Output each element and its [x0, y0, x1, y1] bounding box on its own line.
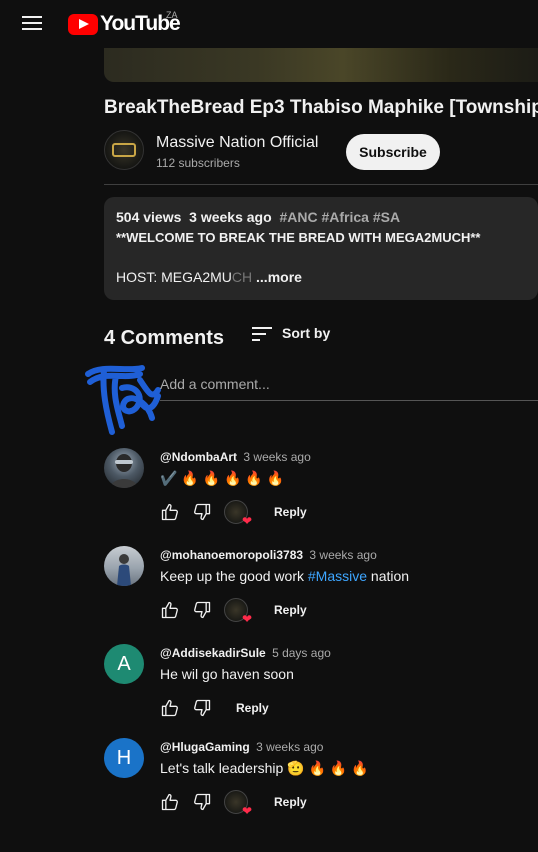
comment-actions: ❤ Reply — [160, 598, 307, 625]
host-text-fade: CH — [231, 269, 253, 285]
sort-icon — [252, 325, 272, 341]
top-bar: YouTube ZA — [0, 0, 538, 48]
hashtag-link[interactable]: #Africa — [321, 209, 368, 225]
description-meta: 504 views 3 weeks ago #ANC #Africa #SA — [116, 209, 526, 225]
thumbs-down-icon[interactable] — [192, 792, 212, 812]
thumbs-up-icon[interactable] — [160, 792, 180, 812]
sort-by-button[interactable]: Sort by — [252, 325, 330, 341]
reply-button[interactable]: Reply — [236, 701, 269, 715]
commenter-avatar[interactable]: H — [104, 738, 144, 778]
creator-heart-badge: ❤ — [224, 500, 252, 527]
comment-text: He wil go haven soon — [160, 666, 294, 682]
comment-text: Let's talk leadership 🫡 🔥 🔥 🔥 — [160, 760, 369, 776]
comment-author[interactable]: @mohanoemoropoli3783 — [160, 548, 303, 562]
creator-heart-badge: ❤ — [224, 598, 252, 625]
heart-icon: ❤ — [241, 612, 252, 626]
comment-author[interactable]: @AddisekadirSule — [160, 646, 266, 660]
comment-header: @HlugaGaming 3 weeks ago — [160, 740, 323, 754]
more-link[interactable]: ...more — [256, 269, 302, 285]
subscriber-count: 112 subscribers — [156, 156, 240, 170]
divider — [104, 184, 538, 185]
comment-time[interactable]: 3 weeks ago — [256, 740, 323, 754]
video-player[interactable] — [104, 48, 538, 82]
channel-name[interactable]: Massive Nation Official — [156, 134, 318, 152]
thumbs-up-icon[interactable] — [160, 502, 180, 522]
comment-header: @AddisekadirSule 5 days ago — [160, 646, 331, 660]
commenter-avatar[interactable]: A — [104, 644, 144, 684]
thumbs-down-icon[interactable] — [192, 502, 212, 522]
commenter-avatar[interactable] — [104, 448, 144, 488]
comment-author[interactable]: @HlugaGaming — [160, 740, 250, 754]
subscribe-button[interactable]: Subscribe — [346, 134, 440, 170]
hashtag-link[interactable]: #ANC — [279, 209, 317, 225]
thumbs-up-icon[interactable] — [160, 600, 180, 620]
description-line: **WELCOME TO BREAK THE BREAD WITH MEGA2M… — [116, 230, 481, 245]
comment-text: ✔️ 🔥 🔥 🔥 🔥 🔥 — [160, 470, 285, 486]
reply-button[interactable]: Reply — [274, 603, 307, 617]
heart-icon: ❤ — [241, 804, 252, 818]
reply-button[interactable]: Reply — [274, 795, 307, 809]
heart-icon: ❤ — [241, 514, 252, 528]
host-text: HOST: MEGA2MU — [116, 269, 232, 285]
hamburger-menu-icon[interactable] — [22, 14, 44, 34]
comments-count: 4 Comments — [104, 327, 225, 349]
hashtag-link[interactable]: #Massive — [308, 568, 367, 584]
channel-avatar[interactable] — [104, 130, 144, 170]
hashtag-link[interactable]: #SA — [373, 209, 400, 225]
youtube-logo[interactable]: YouTube — [68, 12, 181, 36]
thumbs-up-icon[interactable] — [160, 698, 180, 718]
thumbs-down-icon[interactable] — [192, 600, 212, 620]
video-title: BreakTheBread Ep3 Thabiso Maphike [Towns… — [104, 97, 538, 118]
comment-actions: ❤ Reply — [160, 500, 307, 527]
comment-header: @NdombaArt 3 weeks ago — [160, 450, 311, 464]
view-count: 504 views — [116, 209, 182, 225]
comment-actions: Reply — [160, 696, 269, 720]
comment-text: Keep up the good work #Massive nation — [160, 568, 409, 584]
comment-header: @mohanoemoropoli3783 3 weeks ago — [160, 548, 377, 562]
sort-label: Sort by — [282, 325, 331, 341]
upload-age: 3 weeks ago — [189, 209, 272, 225]
comment-text-part: Keep up the good work — [160, 568, 308, 584]
thumbs-down-icon[interactable] — [192, 698, 212, 718]
description-host: HOST: MEGA2MUCH ...more — [116, 269, 302, 285]
creator-heart-badge: ❤ — [224, 790, 252, 817]
commenter-avatar[interactable] — [104, 546, 144, 586]
comment-time[interactable]: 3 weeks ago — [243, 450, 310, 464]
comment-author[interactable]: @NdombaArt — [160, 450, 237, 464]
comment-time[interactable]: 5 days ago — [272, 646, 331, 660]
description-box[interactable]: 504 views 3 weeks ago #ANC #Africa #SA *… — [104, 197, 538, 300]
comment-time[interactable]: 3 weeks ago — [309, 548, 376, 562]
comment-text-part: nation — [367, 568, 410, 584]
add-comment-input[interactable]: Add a comment... — [160, 376, 538, 401]
reply-button[interactable]: Reply — [274, 505, 307, 519]
youtube-play-icon — [68, 13, 98, 35]
user-avatar-scribble — [85, 365, 161, 435]
country-code: ZA — [166, 10, 178, 20]
comment-actions: ❤ Reply — [160, 790, 307, 817]
